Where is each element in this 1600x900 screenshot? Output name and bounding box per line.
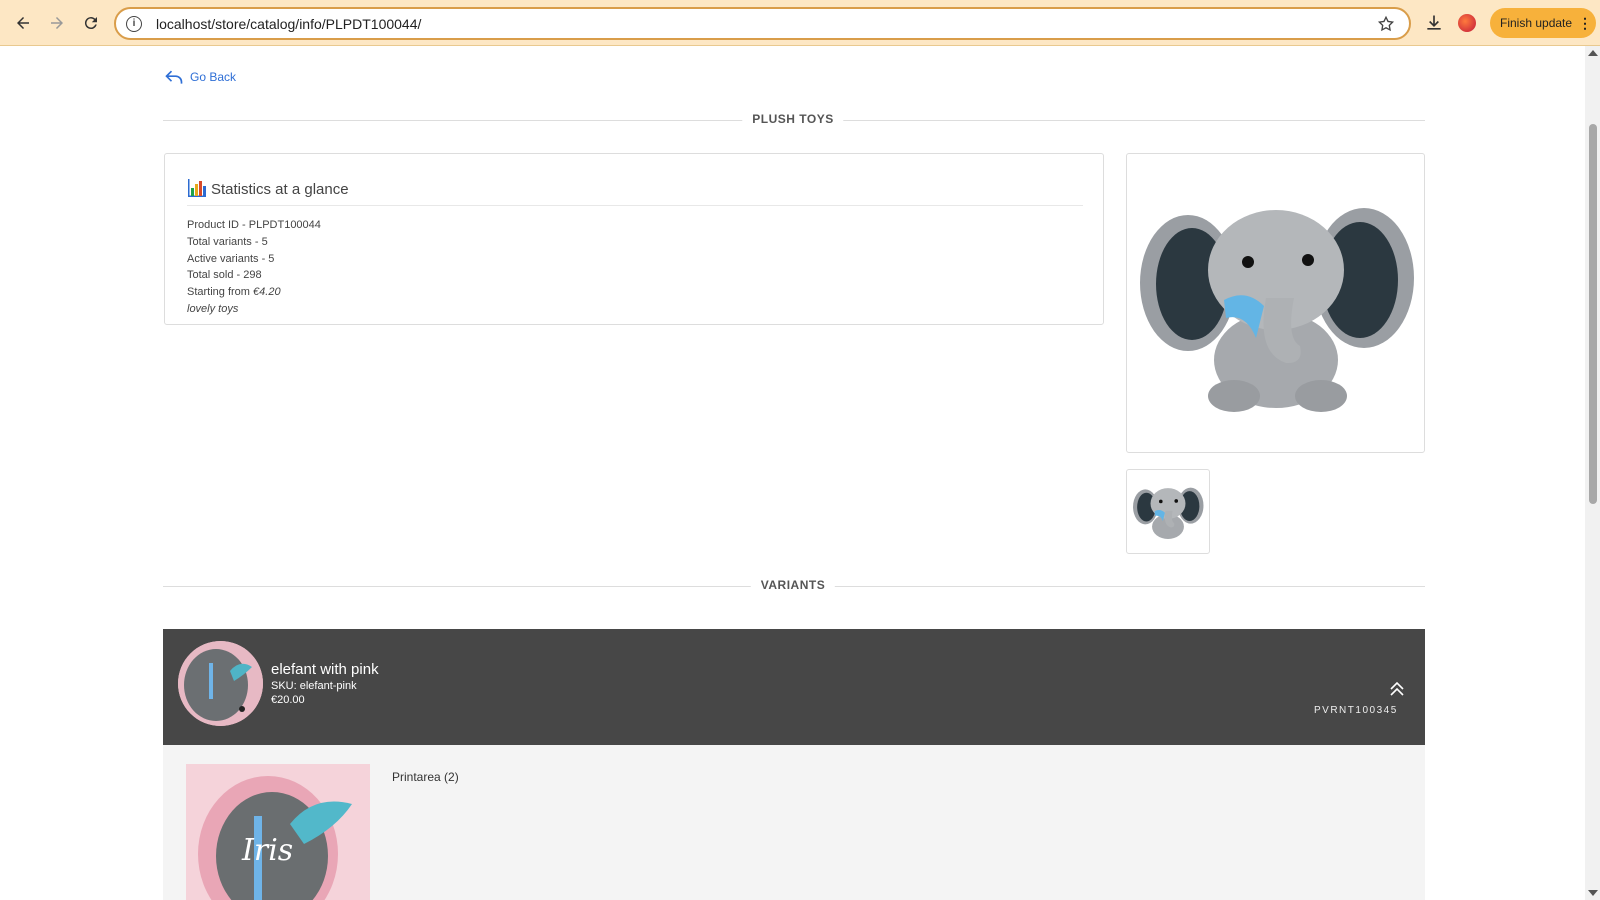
- printarea-label: Printarea (2): [392, 770, 459, 784]
- elephant-thumbnail-image: [1133, 487, 1204, 539]
- variant-name: elefant with pink: [271, 661, 379, 678]
- bar-chart-icon: [188, 179, 206, 197]
- chevron-double-up-icon[interactable]: [1389, 681, 1405, 697]
- printarea-text: Iris: [241, 833, 293, 868]
- undo-arrow-icon: [165, 70, 183, 84]
- extension-icon[interactable]: [1458, 14, 1476, 32]
- arrow-left-icon: [17, 16, 29, 29]
- variant-avatar: [178, 641, 263, 726]
- stat-total-sold: Total sold - 298: [187, 269, 262, 282]
- kebab-menu-icon: ⋮: [1578, 14, 1593, 31]
- address-bar[interactable]: i localhost/store/catalog/info/PLPDT1000…: [114, 7, 1411, 40]
- back-button[interactable]: [6, 6, 40, 40]
- statistics-list: Product ID - PLPDT100044 Total variants …: [187, 217, 321, 318]
- page-scrollbar[interactable]: [1585, 46, 1600, 900]
- product-main-image[interactable]: [1126, 153, 1425, 453]
- starting-from-price: €4.20: [253, 286, 281, 299]
- variant-price: €20.00: [271, 694, 305, 706]
- go-back-label: Go Back: [190, 70, 237, 84]
- download-icon[interactable]: [1424, 13, 1444, 33]
- variant-avatar-image: [178, 641, 263, 726]
- scroll-down-icon[interactable]: [1588, 890, 1598, 896]
- statistics-title: Statistics at a glance: [187, 178, 349, 198]
- elephant-plush-image: [1139, 208, 1414, 412]
- variant-code: PVRNT100345: [1314, 705, 1398, 716]
- statistics-title-text: Statistics at a glance: [211, 181, 349, 198]
- scroll-thumb[interactable]: [1589, 124, 1597, 504]
- arrow-right-icon: [51, 16, 63, 29]
- scroll-up-icon[interactable]: [1588, 50, 1598, 56]
- go-back-link[interactable]: Go Back: [164, 68, 236, 86]
- forward-button[interactable]: [40, 6, 74, 40]
- finish-update-label: Finish update: [1500, 16, 1573, 30]
- product-page: Go Back PLUSH TOYS Statistics at a glanc…: [0, 46, 1585, 900]
- bookmark-star-icon[interactable]: [1377, 15, 1395, 33]
- stat-product-id: Product ID - PLPDT100044: [187, 219, 321, 231]
- section-title-plush-toys: PLUSH TOYS: [742, 112, 844, 126]
- product-description: lovely toys: [187, 302, 239, 315]
- site-info-icon[interactable]: i: [126, 15, 142, 32]
- statistics-card: Statistics at a glance Product ID - PLPD…: [164, 153, 1104, 325]
- variant-header[interactable]: elefant with pink SKU: elefant-pink €20.…: [163, 629, 1425, 745]
- product-thumbnail[interactable]: [1126, 469, 1210, 554]
- stat-total-variants: Total variants - 5: [187, 235, 268, 248]
- stat-starting-from: Starting from €4.20: [187, 284, 321, 301]
- address-url: localhost/store/catalog/info/PLPDT100044…: [156, 15, 422, 32]
- printarea-image[interactable]: Iris: [186, 764, 370, 900]
- variant-details: Iris Printarea (2): [163, 745, 1425, 900]
- reload-icon: [84, 16, 97, 29]
- finish-update-button[interactable]: Finish update ⋮: [1490, 8, 1596, 38]
- starting-from-label: Starting from: [187, 286, 254, 299]
- section-title-variants: VARIANTS: [750, 578, 836, 592]
- printarea-preview-image: Iris: [186, 764, 370, 900]
- stat-active-variants: Active variants - 5: [187, 252, 275, 265]
- statistics-rule: [187, 205, 1083, 206]
- browser-toolbar: i localhost/store/catalog/info/PLPDT1000…: [0, 0, 1600, 46]
- variant-sku: SKU: elefant-pink: [271, 680, 357, 692]
- reload-button[interactable]: [74, 6, 108, 40]
